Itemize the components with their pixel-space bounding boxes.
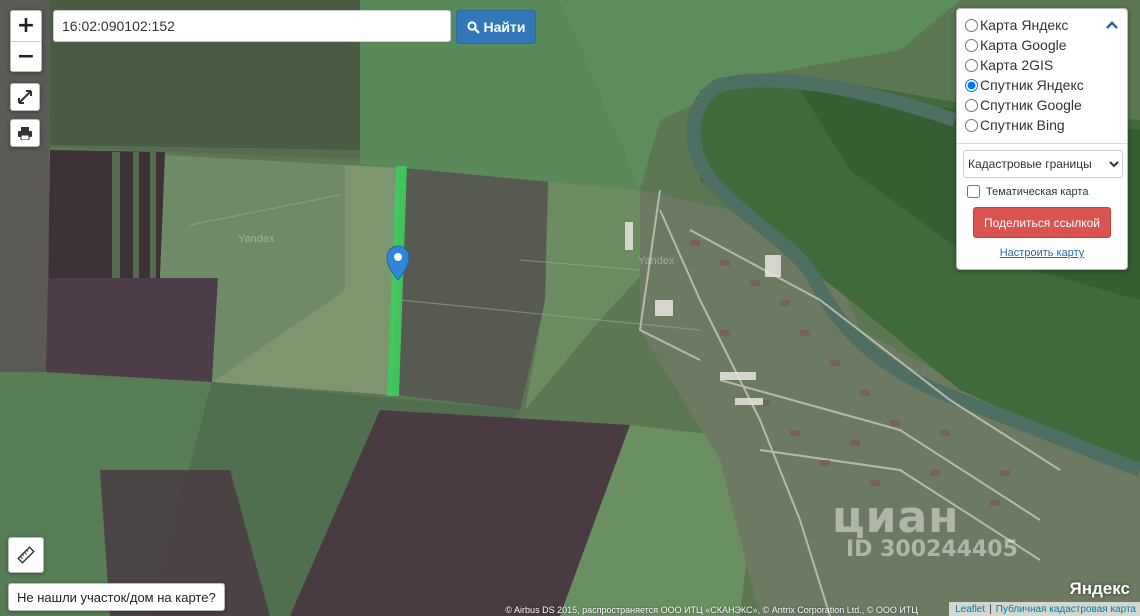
attribution-separator: | [989, 603, 992, 615]
chevron-up-icon [1106, 21, 1118, 29]
layer-option-bing-satellite[interactable]: Спутник Bing [963, 115, 1121, 135]
fullscreen-button[interactable] [10, 83, 40, 111]
thematic-map-label: Тематическая карта [986, 185, 1089, 198]
printer-icon [18, 127, 32, 140]
measure-button[interactable] [8, 537, 44, 573]
layer-radio[interactable] [965, 58, 978, 72]
layer-option-label: Спутник Google [980, 97, 1082, 113]
layer-radio[interactable] [965, 118, 978, 132]
yandex-logo: Яндекс [1069, 579, 1130, 598]
ruler-icon [17, 546, 35, 564]
location-marker-icon[interactable] [386, 245, 410, 281]
imagery-copyright: © Airbus DS 2015, распространяется ООО И… [505, 605, 918, 615]
search-button[interactable]: Найти [456, 10, 536, 44]
layer-radio[interactable] [965, 38, 978, 52]
search-button-label: Найти [483, 19, 526, 35]
share-link-button[interactable]: Поделиться ссылкой [973, 207, 1111, 238]
print-button[interactable] [10, 119, 40, 147]
map-layers-panel: Карта Яндекс Карта Google Карта 2GIS Спу… [956, 8, 1128, 270]
not-found-on-map-button[interactable]: Не нашли участок/дом на карте? [8, 583, 225, 611]
layer-option-yandex-satellite[interactable]: Спутник Яндекс [963, 75, 1121, 95]
cadastral-parcel-highlight[interactable] [387, 166, 407, 396]
cian-logo-text: циан [832, 492, 960, 543]
search-icon [466, 20, 480, 34]
panel-divider [957, 143, 1127, 144]
layer-option-google-satellite[interactable]: Спутник Google [963, 95, 1121, 115]
cadastral-map-link[interactable]: Публичная кадастровая карта [996, 604, 1136, 615]
layer-option-label: Карта Google [980, 37, 1067, 53]
cian-watermark: циан ID 300244405 [832, 492, 1018, 562]
layer-option-label: Спутник Bing [980, 117, 1065, 133]
layer-option-label: Карта Яндекс [980, 17, 1069, 33]
yandex-tile-watermark: Yandex [638, 255, 675, 267]
zoom-in-button[interactable]: + [11, 11, 41, 41]
thematic-map-toggle[interactable]: Тематическая карта [963, 185, 1121, 198]
expand-icon [18, 90, 32, 104]
layer-option-yandex-map[interactable]: Карта Яндекс [963, 15, 1121, 35]
collapse-panel-button[interactable] [1105, 17, 1119, 35]
layer-option-label: Карта 2GIS [980, 57, 1054, 73]
overlay-select[interactable]: Кадастровые границы [963, 150, 1123, 178]
thematic-map-checkbox[interactable] [967, 185, 980, 198]
leaflet-link[interactable]: Leaflet [955, 604, 985, 615]
cadastral-number-search-input[interactable] [53, 10, 451, 42]
layer-option-google-map[interactable]: Карта Google [963, 35, 1121, 55]
layer-radio[interactable] [965, 78, 978, 92]
cian-listing-id: ID 300244405 [846, 537, 1018, 562]
zoom-out-button[interactable]: − [11, 41, 41, 71]
zoom-control: + − [10, 10, 42, 72]
configure-map-link[interactable]: Настроить карту [963, 247, 1121, 259]
layer-option-label: Спутник Яндекс [980, 77, 1084, 93]
layer-radio[interactable] [965, 18, 978, 32]
yandex-tile-watermark: Yandex [238, 233, 275, 245]
layer-option-2gis-map[interactable]: Карта 2GIS [963, 55, 1121, 75]
layer-radio[interactable] [965, 98, 978, 112]
map-attribution: Leaflet | Публичная кадастровая карта [949, 602, 1140, 616]
